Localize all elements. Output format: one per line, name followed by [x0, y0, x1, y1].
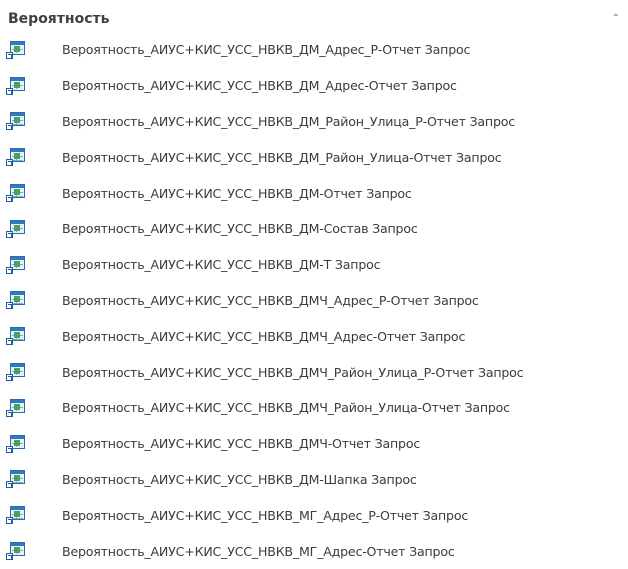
- list-item-label: Вероятность_АИУС+КИС_УСС_НВКВ_ДМЧ-Отчет …: [62, 436, 421, 452]
- group-title[interactable]: Вероятность: [8, 11, 109, 27]
- query-shortcut-icon: [6, 76, 26, 95]
- list-item-label: Вероятность_АИУС+КИС_УСС_НВКВ_ДМЧ_Район_…: [62, 364, 524, 380]
- query-shortcut-icon: [6, 542, 26, 561]
- query-shortcut-icon: [6, 506, 26, 525]
- query-shortcut-icon: [6, 470, 26, 489]
- query-shortcut-icon: [6, 219, 26, 238]
- query-shortcut-icon: [6, 327, 26, 346]
- list-item-label: Вероятность_АИУС+КИС_УСС_НВКВ_ДМ-Шапка З…: [62, 471, 417, 487]
- list-item-label: Вероятность_АИУС+КИС_УСС_НВКВ_ДМ_Адрес-О…: [62, 78, 457, 94]
- list-item-label: Вероятность_АИУС+КИС_УСС_НВКВ_ДМ_Район_У…: [62, 149, 502, 165]
- list-item[interactable]: Вероятность_АИУС+КИС_УСС_НВКВ_ДМ-Шапка З…: [0, 462, 628, 498]
- list-item[interactable]: Вероятность_АИУС+КИС_УСС_НВКВ_ДМЧ-Отчет …: [0, 426, 628, 462]
- list-item[interactable]: Вероятность_АИУС+КИС_УСС_НВКВ_ДМ_Район_У…: [0, 139, 628, 175]
- list-item[interactable]: Вероятность_АИУС+КИС_УСС_НВКВ_ДМЧ_Район_…: [0, 354, 628, 390]
- list-item-label: Вероятность_АИУС+КИС_УСС_НВКВ_МГ_Адрес_Р…: [62, 507, 469, 523]
- list-item-label: Вероятность_АИУС+КИС_УСС_НВКВ_ДМ-Т Запро…: [62, 257, 381, 273]
- query-shortcut-icon: [6, 291, 26, 310]
- list-item[interactable]: Вероятность_АИУС+КИС_УСС_НВКВ_ДМ-Отчет З…: [0, 175, 628, 211]
- list-item[interactable]: Вероятность_АИУС+КИС_УСС_НВКВ_ДМЧ_Адрес-…: [0, 318, 628, 354]
- query-shortcut-icon: [6, 255, 26, 274]
- list-item[interactable]: Вероятность_АИУС+КИС_УСС_НВКВ_МГ_Адрес_Р…: [0, 497, 628, 533]
- navigation-list: Вероятность_АИУС+КИС_УСС_НВКВ_ДМ_Адрес_Р…: [0, 32, 628, 569]
- query-shortcut-icon: [6, 148, 26, 167]
- list-item[interactable]: Вероятность_АИУС+КИС_УСС_НВКВ_ДМЧ_Адрес_…: [0, 283, 628, 319]
- query-shortcut-icon: [6, 363, 26, 382]
- list-item-label: Вероятность_АИУС+КИС_УСС_НВКВ_МГ_Адрес-О…: [62, 543, 455, 559]
- list-item[interactable]: Вероятность_АИУС+КИС_УСС_НВКВ_ДМ_Адрес-О…: [0, 68, 628, 104]
- list-item-label: Вероятность_АИУС+КИС_УСС_НВКВ_ДМ-Состав …: [62, 221, 418, 237]
- list-item[interactable]: Вероятность_АИУС+КИС_УСС_НВКВ_ДМ-Состав …: [0, 211, 628, 247]
- group-header[interactable]: Вероятность ⌃: [8, 8, 620, 30]
- list-item-label: Вероятность_АИУС+КИС_УСС_НВКВ_ДМЧ_Адрес_…: [62, 292, 479, 308]
- collapse-arrow-icon[interactable]: ⌃: [612, 13, 620, 24]
- query-shortcut-icon: [6, 40, 26, 59]
- list-item[interactable]: Вероятность_АИУС+КИС_УСС_НВКВ_ДМ-Т Запро…: [0, 247, 628, 283]
- query-shortcut-icon: [6, 434, 26, 453]
- list-item[interactable]: Вероятность_АИУС+КИС_УСС_НВКВ_ДМЧ_Район_…: [0, 390, 628, 426]
- list-item[interactable]: Вероятность_АИУС+КИС_УСС_НВКВ_ДМ_Район_У…: [0, 104, 628, 140]
- query-shortcut-icon: [6, 184, 26, 203]
- list-item[interactable]: Вероятность_АИУС+КИС_УСС_НВКВ_МГ_Адрес-О…: [0, 533, 628, 569]
- list-item-label: Вероятность_АИУС+КИС_УСС_НВКВ_ДМЧ_Район_…: [62, 400, 510, 416]
- query-shortcut-icon: [6, 398, 26, 417]
- list-item-label: Вероятность_АИУС+КИС_УСС_НВКВ_ДМЧ_Адрес-…: [62, 328, 466, 344]
- query-shortcut-icon: [6, 112, 26, 131]
- list-item-label: Вероятность_АИУС+КИС_УСС_НВКВ_ДМ_Адрес_Р…: [62, 42, 471, 58]
- list-item[interactable]: Вероятность_АИУС+КИС_УСС_НВКВ_ДМ_Адрес_Р…: [0, 32, 628, 68]
- list-item-label: Вероятность_АИУС+КИС_УСС_НВКВ_ДМ-Отчет З…: [62, 185, 412, 201]
- list-item-label: Вероятность_АИУС+КИС_УСС_НВКВ_ДМ_Район_У…: [62, 113, 515, 129]
